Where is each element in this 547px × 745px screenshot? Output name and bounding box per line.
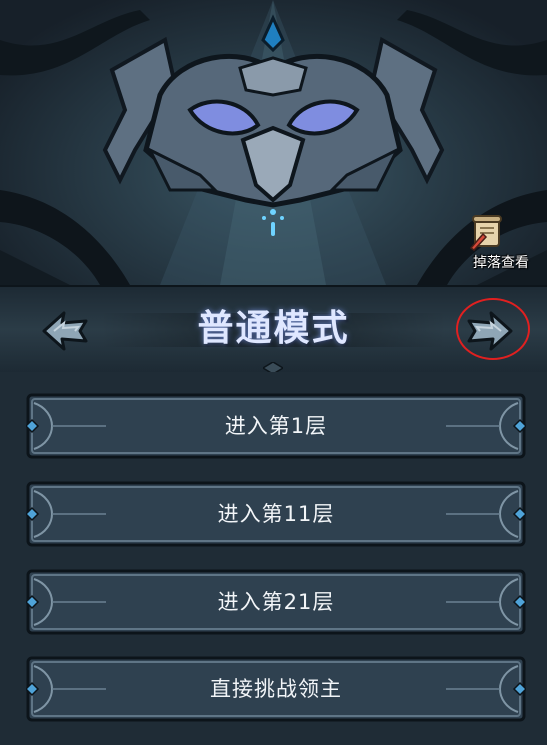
enter-floor-21-button[interactable]: 进入第21层 xyxy=(26,569,526,635)
mode-selector: 普通模式 xyxy=(0,285,547,374)
enter-floor-1-button[interactable]: 进入第1层 xyxy=(26,393,526,459)
boss-banner: 掉落查看 xyxy=(0,0,547,285)
floor-button-label: 进入第1层 xyxy=(224,414,328,438)
floor-button-label: 直接挑战领主 xyxy=(210,677,342,701)
floor-button-label: 进入第11层 xyxy=(217,502,335,526)
challenge-lord-button[interactable]: 直接挑战领主 xyxy=(26,656,526,722)
scroll-quill-icon xyxy=(469,215,502,251)
floor-button-label: 进入第21层 xyxy=(217,590,335,614)
enter-floor-11-button[interactable]: 进入第11层 xyxy=(26,481,526,547)
arrow-right-icon xyxy=(467,311,513,351)
next-mode-button[interactable] xyxy=(465,309,515,353)
drop-view-button[interactable]: 掉落查看 xyxy=(469,214,533,272)
drop-view-label: 掉落查看 xyxy=(473,255,529,271)
floor-list: 进入第1层 进入第11层 进入第21层 直接挑战领主 xyxy=(0,372,547,745)
boss-emblem-art xyxy=(0,0,547,285)
